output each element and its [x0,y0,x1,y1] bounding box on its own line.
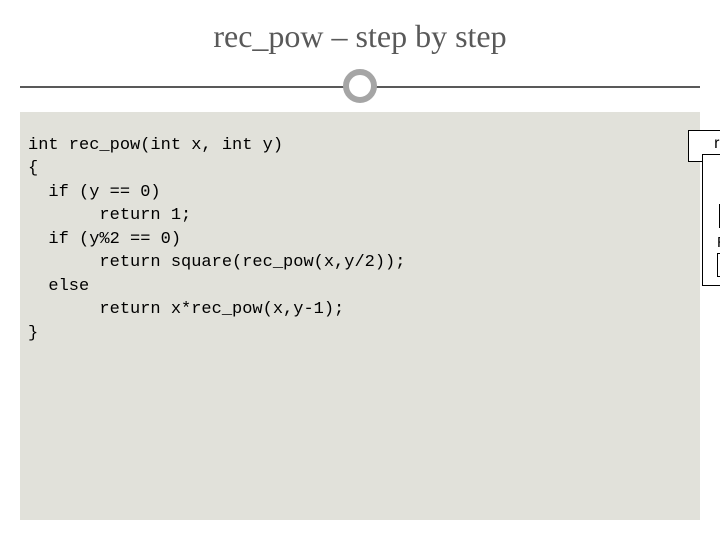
slide: rec_pow – step by step int rec_pow(int x… [0,0,720,540]
stack-frame-front: rec_pow(2, 4) x 2 y 4 Returns… [702,154,720,286]
slide-title: rec_pow – step by step [0,18,720,55]
returns-label: Returns… [711,234,720,251]
frame-back-title: rec_pow(2, 5) [697,135,720,153]
var-x-label: x [715,185,720,202]
body-area: int rec_pow(int x, int y) { if (y == 0) … [20,112,700,520]
title-ring-icon [343,69,377,103]
var-x: x 2 [715,185,720,228]
vars-row: x 2 y 4 [711,185,720,228]
frame-front-title: rec_pow(2, 4) [711,161,720,179]
title-area: rec_pow – step by step [0,0,720,126]
code-block: int rec_pow(int x, int y) { if (y == 0) … [28,134,405,345]
